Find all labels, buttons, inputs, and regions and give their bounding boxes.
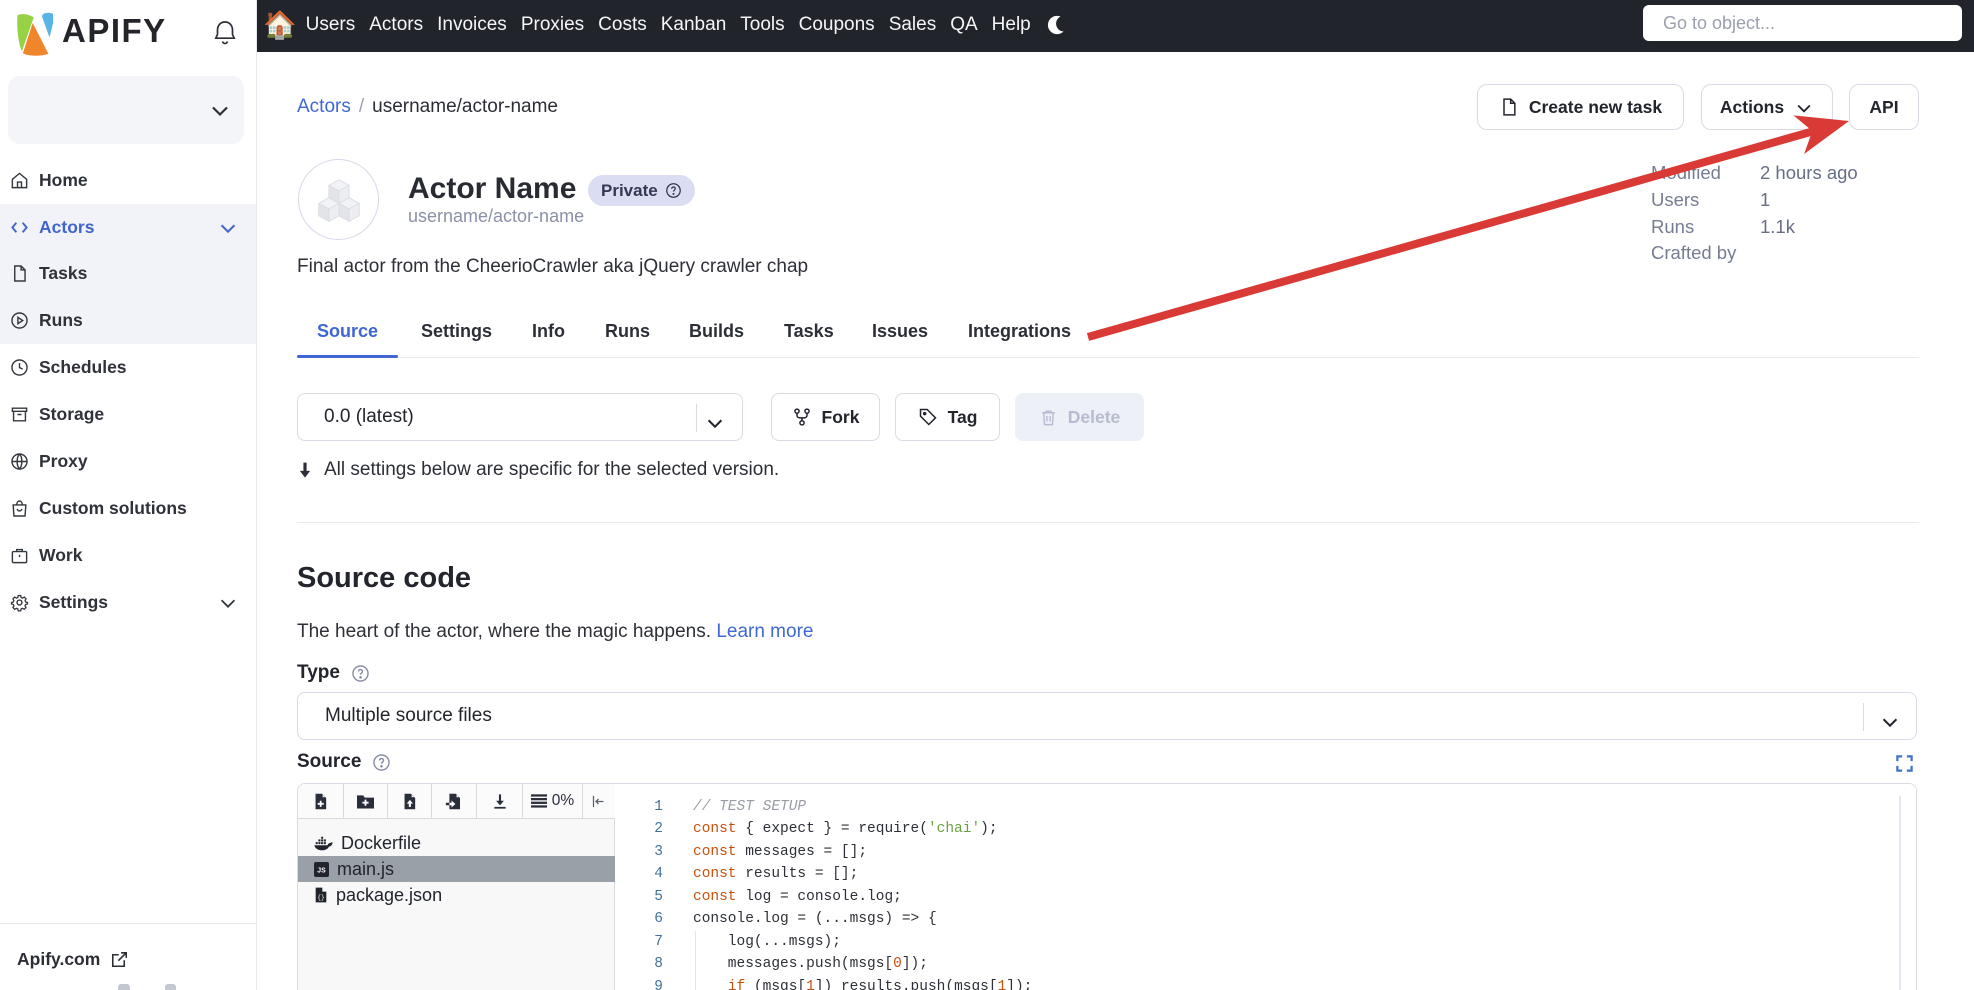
svg-text:{}: {} <box>317 894 324 901</box>
svg-text:JS: JS <box>317 867 326 874</box>
